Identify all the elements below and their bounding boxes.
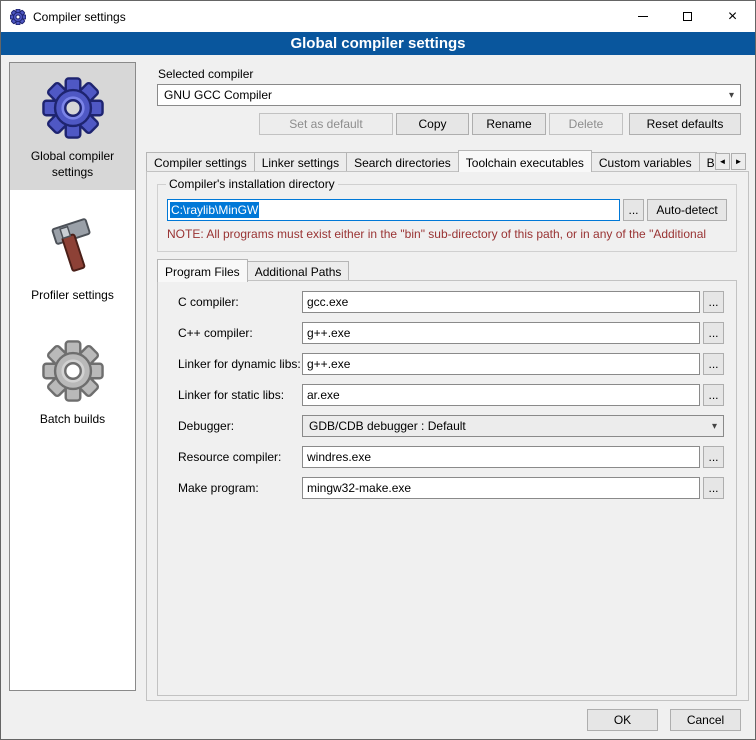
form-row: Debugger: GDB/CDB debugger : Default ▾ xyxy=(178,415,724,437)
cpp-compiler-browse-button[interactable]: ... xyxy=(703,322,724,344)
toolchain-executables-panel: Compiler's installation directory C:\ray… xyxy=(146,171,749,701)
tab-scroll-right-button[interactable]: ► xyxy=(731,153,746,170)
program-files-tabstrip: Program Files Additional Paths xyxy=(157,258,348,281)
selected-compiler-label: Selected compiler xyxy=(158,67,253,81)
field-label: Linker for static libs: xyxy=(178,388,302,402)
resource-compiler-browse-button[interactable]: ... xyxy=(703,446,724,468)
tab-custom-variables[interactable]: Custom variables xyxy=(591,152,700,172)
set-as-default-button: Set as default xyxy=(259,113,393,135)
field-label: Resource compiler: xyxy=(178,450,302,464)
sidebar-item-label: Global compiler settings xyxy=(13,149,132,180)
sidebar-item-global-compiler-settings[interactable]: Global compiler settings xyxy=(10,63,135,190)
installation-note: NOTE: All programs must exist either in … xyxy=(167,227,733,241)
make-program-browse-button[interactable]: ... xyxy=(703,477,724,499)
dynamic-linker-browse-button[interactable]: ... xyxy=(703,353,724,375)
static-linker-input[interactable] xyxy=(302,384,700,406)
compiler-buttons-row: Set as default Copy Rename Delete Reset … xyxy=(157,113,741,135)
static-linker-browse-button[interactable]: ... xyxy=(703,384,724,406)
profiler-tool-icon xyxy=(42,216,104,278)
directory-browse-button[interactable]: ... xyxy=(623,199,644,221)
maximize-icon xyxy=(683,12,692,21)
reset-defaults-button[interactable]: Reset defaults xyxy=(629,113,741,135)
rename-button[interactable]: Rename xyxy=(472,113,546,135)
compiler-settings-window: Compiler settings × Global compiler sett… xyxy=(0,0,756,740)
cancel-button[interactable]: Cancel xyxy=(670,709,741,731)
chevron-down-icon: ▾ xyxy=(712,421,717,432)
tab-search-directories[interactable]: Search directories xyxy=(346,152,459,172)
form-row: Resource compiler: ... xyxy=(178,446,724,468)
minimize-button[interactable] xyxy=(620,1,665,32)
blue-gear-icon xyxy=(42,77,104,139)
app-gear-icon xyxy=(10,9,26,25)
subtab-program-files[interactable]: Program Files xyxy=(157,259,248,282)
resource-compiler-input[interactable] xyxy=(302,446,700,468)
gray-gear-icon xyxy=(42,340,104,402)
field-label: C++ compiler: xyxy=(178,326,302,340)
form-row: Linker for static libs: ... xyxy=(178,384,724,406)
debugger-select[interactable]: GDB/CDB debugger : Default ▾ xyxy=(302,415,724,437)
debugger-select-value: GDB/CDB debugger : Default xyxy=(309,419,466,433)
tab-scroll-buttons: ◄ ► xyxy=(714,153,746,170)
tab-compiler-settings[interactable]: Compiler settings xyxy=(146,152,255,172)
field-label: C compiler: xyxy=(178,295,302,309)
installation-directory-selected-text: C:\raylib\MinGW xyxy=(170,202,259,218)
sidebar: Global compiler settings Profiler settin… xyxy=(9,62,136,691)
installation-directory-input[interactable]: C:\raylib\MinGW xyxy=(167,199,620,221)
delete-button: Delete xyxy=(549,113,623,135)
ok-button[interactable]: OK xyxy=(587,709,658,731)
sidebar-item-profiler-settings[interactable]: Profiler settings xyxy=(10,202,135,314)
caption-buttons: × xyxy=(620,1,755,32)
program-files-panel: C compiler: ... C++ compiler: ... Linker… xyxy=(157,280,737,696)
tab-scroll-left-button[interactable]: ◄ xyxy=(715,153,730,170)
form-row: Make program: ... xyxy=(178,477,724,499)
sidebar-item-label: Profiler settings xyxy=(13,288,132,304)
installation-directory-row: C:\raylib\MinGW ... Auto-detect xyxy=(167,199,727,221)
chevron-down-icon: ▾ xyxy=(729,90,734,101)
make-program-input[interactable] xyxy=(302,477,700,499)
minimize-icon xyxy=(638,16,648,17)
settings-tabstrip: Compiler settings Linker settings Search… xyxy=(146,149,717,172)
copy-button[interactable]: Copy xyxy=(396,113,469,135)
tab-linker-settings[interactable]: Linker settings xyxy=(254,152,347,172)
titlebar: Compiler settings × xyxy=(1,1,755,32)
maximize-button[interactable] xyxy=(665,1,710,32)
form-row: Linker for dynamic libs: ... xyxy=(178,353,724,375)
right-arrow-icon: ► xyxy=(735,157,743,166)
cpp-compiler-input[interactable] xyxy=(302,322,700,344)
selected-compiler-value: GNU GCC Compiler xyxy=(164,88,272,102)
sidebar-item-label: Batch builds xyxy=(13,412,132,428)
dialog-header: Global compiler settings xyxy=(1,32,755,55)
installation-directory-group-title: Compiler's installation directory xyxy=(166,177,338,191)
form-row: C compiler: ... xyxy=(178,291,724,313)
subtab-additional-paths[interactable]: Additional Paths xyxy=(247,261,350,281)
close-button[interactable]: × xyxy=(710,1,755,32)
window-title: Compiler settings xyxy=(33,10,126,24)
field-label: Linker for dynamic libs: xyxy=(178,357,302,371)
c-compiler-browse-button[interactable]: ... xyxy=(703,291,724,313)
installation-directory-group: Compiler's installation directory C:\ray… xyxy=(157,184,737,252)
left-arrow-icon: ◄ xyxy=(719,157,727,166)
sidebar-item-batch-builds[interactable]: Batch builds xyxy=(10,326,135,438)
field-label: Make program: xyxy=(178,481,302,495)
form-row: C++ compiler: ... xyxy=(178,322,724,344)
field-label: Debugger: xyxy=(178,419,302,433)
close-icon: × xyxy=(728,9,737,25)
auto-detect-button[interactable]: Auto-detect xyxy=(647,199,727,221)
c-compiler-input[interactable] xyxy=(302,291,700,313)
selected-compiler-combobox[interactable]: GNU GCC Compiler ▾ xyxy=(157,84,741,106)
tab-toolchain-executables[interactable]: Toolchain executables xyxy=(458,150,592,172)
dynamic-linker-input[interactable] xyxy=(302,353,700,375)
